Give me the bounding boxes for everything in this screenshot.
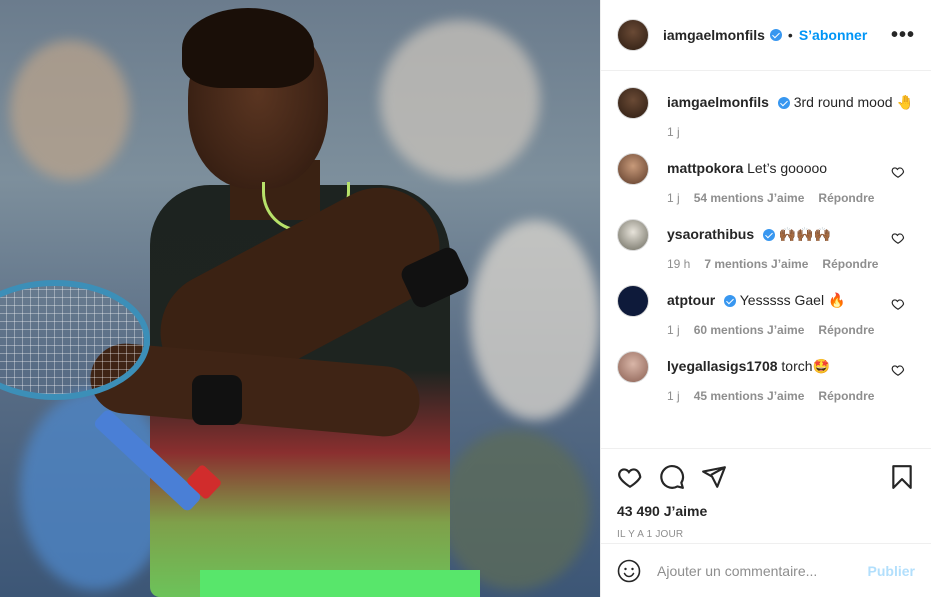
separator-dot: • (787, 27, 793, 43)
background-crowd (380, 20, 540, 180)
player-hair (182, 8, 314, 88)
comment-input[interactable] (657, 562, 868, 579)
author-avatar[interactable] (617, 87, 649, 119)
comment-item: lyegallasigs1708 torch🤩 1 j 45 mentions … (617, 351, 915, 403)
comment-text: Let’s gooooo (747, 160, 828, 176)
comment-icon[interactable] (659, 464, 685, 490)
comment-text: Yesssss Gael 🔥 (739, 292, 846, 308)
share-icon[interactable] (701, 464, 727, 490)
comment-time[interactable]: 1 j (667, 323, 680, 337)
like-count[interactable]: 43 490 J’aime (617, 503, 915, 519)
comment-time[interactable]: 1 j (667, 191, 680, 205)
heart-icon[interactable] (891, 297, 905, 311)
comment-text: 🙌🏾🙌🏾🙌🏾 (778, 226, 832, 242)
verified-icon (769, 29, 782, 41)
instagram-post: iamgaelmonfils • S’abonner ••• iamgaelmo… (0, 0, 931, 597)
comment-username[interactable]: lyegallasigs1708 (667, 358, 778, 374)
action-icons (617, 457, 915, 497)
comment-username[interactable]: ysaorathibus (667, 226, 754, 242)
caption-text: 3rd round mood (793, 94, 893, 110)
comment-likes[interactable]: 45 mentions J’aime (694, 389, 805, 403)
commenter-avatar[interactable] (617, 285, 649, 317)
verified-icon (724, 295, 737, 308)
post-sidebar: iamgaelmonfils • S’abonner ••• iamgaelmo… (600, 0, 931, 597)
comment-username[interactable]: atptour (667, 292, 715, 308)
verified-icon (777, 97, 790, 110)
author-username[interactable]: iamgaelmonfils (663, 27, 765, 43)
background-crowd (470, 220, 600, 420)
comment-time[interactable]: 19 h (667, 257, 690, 271)
commenter-avatar[interactable] (617, 219, 649, 251)
background-crowd (440, 430, 590, 590)
caption-time[interactable]: 1 j (667, 125, 680, 139)
reply-button[interactable]: Répondre (818, 389, 874, 403)
publish-button[interactable]: Publier (868, 563, 915, 579)
comment-username[interactable]: mattpokora (667, 160, 743, 176)
author-avatar[interactable] (617, 19, 649, 51)
wristband (192, 375, 242, 425)
post-time[interactable]: IL Y A 1 JOUR (617, 529, 915, 540)
post-actions: 43 490 J’aime IL Y A 1 JOUR (601, 448, 931, 543)
comment-likes[interactable]: 54 mentions J’aime (694, 191, 805, 205)
heart-icon[interactable] (891, 231, 905, 245)
heart-icon[interactable] (891, 165, 905, 179)
reply-button[interactable]: Répondre (822, 257, 878, 271)
player-shorts (200, 570, 480, 597)
caption: iamgaelmonfils 3rd round mood 🤚 1 j (617, 87, 915, 139)
commenter-avatar[interactable] (617, 153, 649, 185)
background-crowd (10, 40, 130, 180)
comment-item: ysaorathibus 🙌🏾🙌🏾🙌🏾 19 h 7 mentions J’ai… (617, 219, 915, 271)
add-comment-bar: Publier (601, 543, 931, 597)
comment-item: mattpokora Let’s gooooo 1 j 54 mentions … (617, 153, 915, 205)
comment-likes[interactable]: 7 mentions J’aime (704, 257, 808, 271)
comments-list[interactable]: iamgaelmonfils 3rd round mood 🤚 1 j matt… (601, 71, 931, 448)
reply-button[interactable]: Répondre (818, 191, 874, 205)
comment-likes[interactable]: 60 mentions J’aime (694, 323, 805, 337)
caption-username[interactable]: iamgaelmonfils (667, 94, 769, 110)
comment-text: torch🤩 (781, 358, 830, 374)
heart-icon[interactable] (617, 464, 643, 490)
comment-time[interactable]: 1 j (667, 389, 680, 403)
caption-emoji: 🤚 (896, 94, 914, 110)
emoji-icon[interactable] (617, 559, 641, 583)
more-options-icon[interactable]: ••• (891, 24, 915, 47)
comment-item: atptour Yesssss Gael 🔥 1 j 60 mentions J… (617, 285, 915, 337)
reply-button[interactable]: Répondre (818, 323, 874, 337)
heart-icon[interactable] (891, 363, 905, 377)
verified-icon (763, 229, 776, 242)
commenter-avatar[interactable] (617, 351, 649, 383)
follow-button[interactable]: S’abonner (799, 27, 867, 43)
post-header: iamgaelmonfils • S’abonner ••• (601, 0, 931, 71)
bookmark-icon[interactable] (889, 464, 915, 490)
post-photo[interactable] (0, 0, 600, 597)
